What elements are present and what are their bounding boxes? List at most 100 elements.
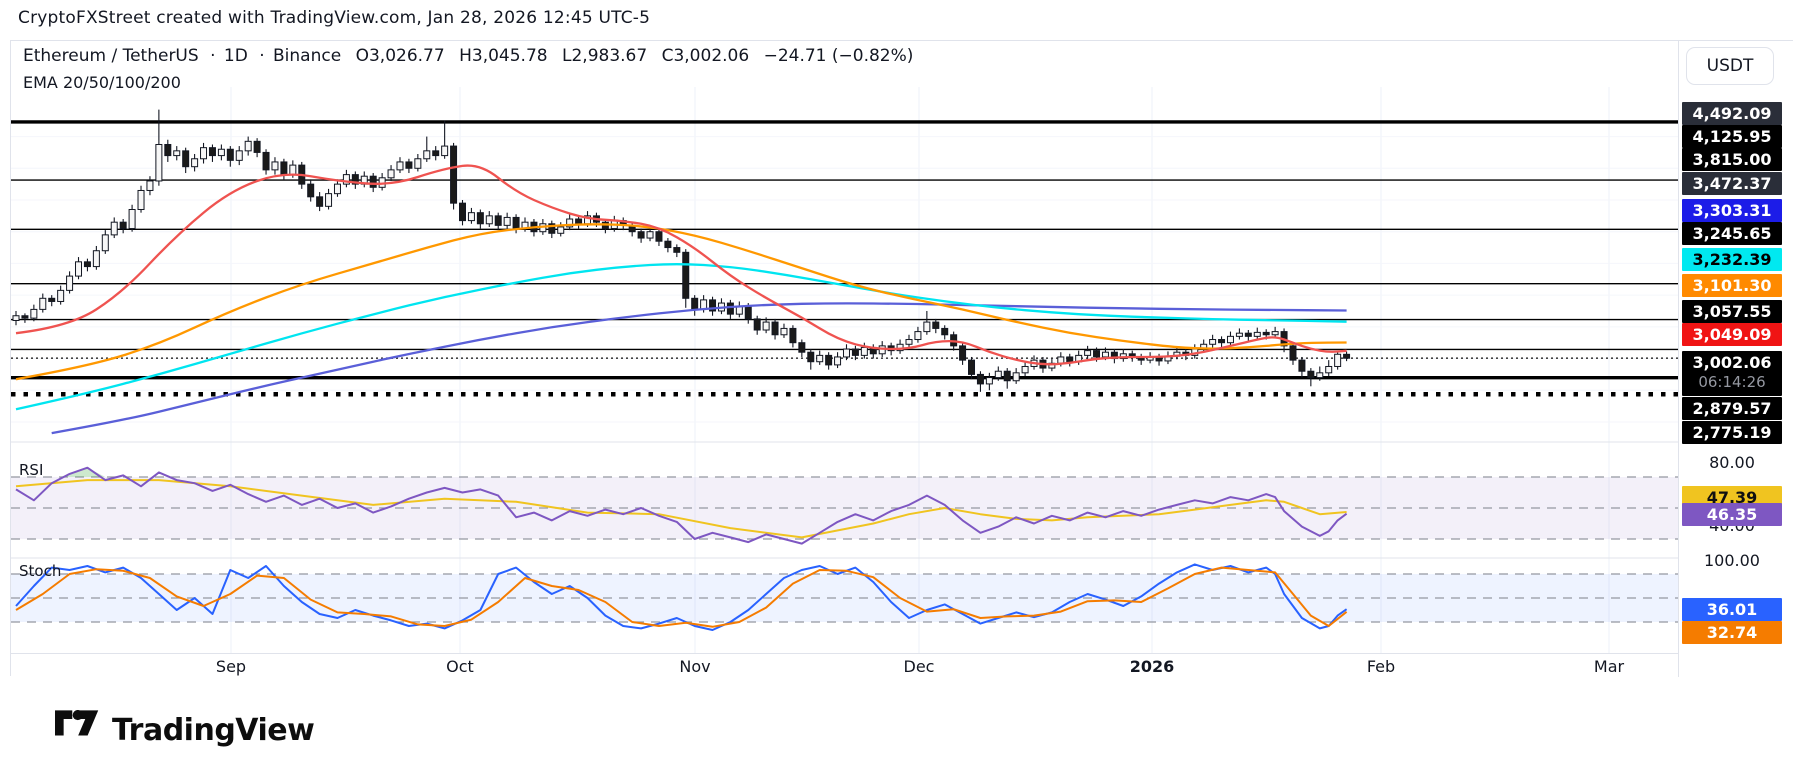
candle-down bbox=[460, 203, 466, 220]
candle-down bbox=[1004, 371, 1010, 381]
candle-down bbox=[960, 346, 966, 360]
candle-down bbox=[49, 298, 55, 301]
candle-down bbox=[674, 248, 680, 253]
candle-up bbox=[415, 159, 421, 169]
candle-up bbox=[843, 349, 849, 357]
price-axis-label: 4,492.09 bbox=[1682, 102, 1782, 125]
candle-up bbox=[924, 322, 930, 332]
candle-up bbox=[1317, 373, 1323, 378]
candle-up bbox=[504, 217, 510, 225]
candle-down bbox=[1219, 340, 1225, 343]
candle-up bbox=[13, 316, 19, 321]
candle-up bbox=[1326, 366, 1332, 372]
candle-down bbox=[317, 197, 323, 207]
candle-up bbox=[1210, 340, 1216, 345]
tradingview-logo-icon bbox=[55, 710, 99, 750]
time-axis-label-oct: Oct bbox=[446, 657, 474, 676]
candle-up bbox=[272, 162, 278, 170]
ema-value-label: 3,101.30 bbox=[1682, 274, 1782, 297]
price-axis-label: 2,775.19 bbox=[1682, 421, 1782, 444]
chart-canvas[interactable] bbox=[11, 41, 1678, 677]
candle-up bbox=[1102, 352, 1108, 357]
price-axis-label: 3,245.65 bbox=[1682, 222, 1782, 245]
candle-up bbox=[647, 232, 653, 238]
title-separator: · bbox=[259, 46, 264, 66]
candle-down bbox=[263, 152, 269, 169]
candle-down bbox=[754, 319, 760, 330]
stoch-panel-title: Stoch bbox=[19, 562, 61, 580]
close-value: C3,002.06 bbox=[662, 46, 750, 66]
candle-down bbox=[227, 149, 233, 160]
change-value: −24.71 (−0.82%) bbox=[764, 46, 914, 66]
candle-up bbox=[1335, 354, 1341, 366]
tradingview-logo-text: TradingView bbox=[112, 713, 314, 748]
candle-down bbox=[22, 316, 28, 318]
candle-up bbox=[245, 141, 251, 151]
candle-up bbox=[397, 162, 403, 170]
candle-up bbox=[1227, 336, 1233, 342]
time-axis-label-2026: 2026 bbox=[1130, 657, 1175, 676]
rsi-axis-label: 80.00 bbox=[1682, 451, 1782, 474]
ema-100-line bbox=[16, 264, 1347, 409]
candle-up bbox=[468, 213, 474, 221]
candle-down bbox=[281, 162, 287, 175]
attribution-header: CryptoFXStreet created with TradingView.… bbox=[18, 8, 650, 28]
candle-up bbox=[995, 371, 1001, 377]
candle-down bbox=[799, 343, 805, 353]
candle-up bbox=[424, 151, 430, 159]
candle-down bbox=[209, 148, 215, 156]
candle-down bbox=[969, 360, 975, 374]
exchange-label: Binance bbox=[273, 46, 341, 66]
high-value: H3,045.78 bbox=[459, 46, 548, 66]
candle-up bbox=[486, 216, 492, 224]
ema-value-label: 3,303.31 bbox=[1682, 199, 1782, 222]
candle-up bbox=[290, 165, 296, 175]
candle-up bbox=[76, 262, 82, 276]
candle-down bbox=[1290, 346, 1296, 360]
candle-down bbox=[1263, 332, 1269, 334]
candle-down bbox=[1308, 371, 1314, 377]
candle-up bbox=[1022, 366, 1028, 372]
open-value: O3,026.77 bbox=[356, 46, 445, 66]
rsi-panel-title: RSI bbox=[19, 461, 43, 479]
candle-up bbox=[326, 194, 332, 207]
candle-down bbox=[406, 162, 412, 168]
candle-down bbox=[1067, 357, 1073, 362]
candle-down bbox=[942, 328, 948, 334]
candle-up bbox=[156, 144, 162, 180]
tradingview-logo: TradingView bbox=[55, 710, 314, 750]
candle-up bbox=[1013, 373, 1019, 381]
ema-value-label: 3,232.39 bbox=[1682, 248, 1782, 271]
candle-up bbox=[334, 184, 340, 194]
price-axis-label: 3,815.00 bbox=[1682, 148, 1782, 171]
candle-down bbox=[656, 232, 662, 242]
candle-down bbox=[772, 322, 778, 335]
candle-down bbox=[692, 298, 698, 309]
price-axis-label: 3,472.37 bbox=[1682, 172, 1782, 195]
candle-up bbox=[138, 190, 144, 209]
rsi-value-label: 46.35 bbox=[1682, 503, 1782, 526]
time-axis[interactable]: SepOctNovDec2026FebMar bbox=[11, 653, 1678, 677]
candle-up bbox=[67, 276, 73, 290]
chart-pane[interactable] bbox=[11, 41, 1793, 677]
candle-up bbox=[388, 170, 394, 178]
currency-toggle-button[interactable]: USDT bbox=[1686, 47, 1774, 85]
stoch-value-label: 36.01 bbox=[1682, 598, 1782, 621]
ema-value-label: 3,049.09 bbox=[1682, 323, 1782, 346]
time-axis-label-dec: Dec bbox=[904, 657, 935, 676]
candle-down bbox=[308, 184, 314, 197]
candle-down bbox=[665, 241, 671, 247]
candle-up bbox=[442, 146, 448, 156]
ema-indicator-label: EMA 20/50/100/200 bbox=[23, 73, 922, 92]
candle-up bbox=[111, 222, 117, 235]
price-axis[interactable]: 4,492.094,125.953,815.003,472.373,303.31… bbox=[1678, 41, 1793, 677]
candle-down bbox=[727, 303, 733, 314]
candle-down bbox=[165, 144, 171, 155]
candle-up bbox=[147, 181, 153, 191]
candle-down bbox=[745, 306, 751, 319]
candle-up bbox=[236, 151, 242, 161]
candle-up bbox=[93, 251, 99, 267]
low-value: L2,983.67 bbox=[562, 46, 647, 66]
candle-up bbox=[1254, 332, 1260, 336]
candle-down bbox=[1245, 333, 1251, 336]
